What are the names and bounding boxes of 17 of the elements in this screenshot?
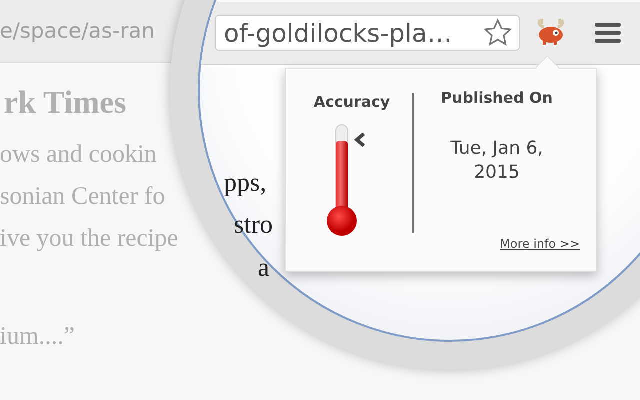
article-text: ive you the recipe — [0, 225, 178, 253]
masthead-text: rk Times — [4, 85, 126, 119]
published-label: Published On — [441, 89, 553, 107]
pointer-icon — [354, 133, 366, 148]
more-info-link[interactable]: More info >> — [500, 237, 580, 251]
menu-icon[interactable] — [594, 22, 622, 44]
published-date: Tue, Jan 6, 2015 — [450, 137, 544, 186]
article-text: ows and cookin — [0, 141, 157, 169]
magnified-text: pps, — [224, 168, 267, 198]
accuracy-label: Accuracy — [314, 93, 390, 111]
article-text: sonian Center fo — [0, 183, 166, 211]
article-text: ium....” — [0, 323, 75, 351]
star-icon[interactable] — [483, 18, 513, 48]
address-field[interactable]: of-goldilocks-pla… — [215, 15, 520, 51]
address-text: e/space/as-ran — [0, 19, 155, 43]
magnified-text: a — [258, 253, 270, 283]
magnified-text: stro — [234, 210, 273, 240]
